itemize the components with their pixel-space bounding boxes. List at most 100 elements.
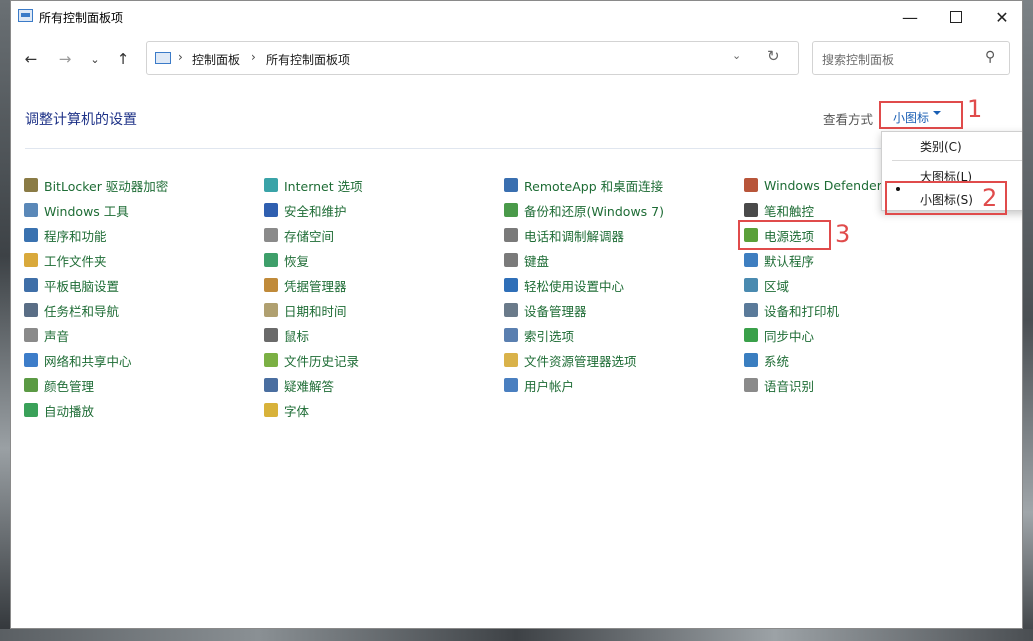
- ease-of-access-icon: [504, 278, 518, 292]
- control-panel-item[interactable]: 笔和触控: [744, 200, 814, 220]
- control-panel-item[interactable]: 鼠标: [264, 325, 309, 345]
- control-panel-item[interactable]: 系统: [744, 350, 789, 370]
- control-panel-item[interactable]: 索引选项: [504, 325, 574, 345]
- annotation-1: 1: [967, 95, 983, 123]
- default-programs-icon: [744, 253, 758, 267]
- control-panel-item[interactable]: Windows 工具: [24, 200, 129, 220]
- menu-item-category[interactable]: 类别(C): [920, 138, 962, 155]
- control-panel-item[interactable]: 平板电脑设置: [24, 275, 119, 295]
- control-panel-item-label: 工作文件夹: [44, 253, 107, 269]
- control-panel-item[interactable]: Internet 选项: [264, 175, 363, 195]
- control-panel-item-label: RemoteApp 和桌面连接: [524, 178, 664, 194]
- control-panel-item[interactable]: 存储空间: [264, 225, 334, 245]
- control-panel-item[interactable]: 字体: [264, 400, 309, 420]
- control-panel-window: 所有控制面板项 — ✕ ← → ⌄ ↑ › 控制面板 › 所有控制面板项 ⌄ ↻…: [10, 0, 1023, 629]
- control-panel-item[interactable]: 文件历史记录: [264, 350, 359, 370]
- refresh-icon[interactable]: ↻: [767, 47, 780, 65]
- control-panel-item[interactable]: 网络和共享中心: [24, 350, 132, 370]
- bitlocker-icon: [24, 178, 38, 192]
- control-panel-item-label: Windows 工具: [44, 203, 129, 219]
- search-icon[interactable]: ⚲: [985, 49, 995, 65]
- annotation-3: 3: [835, 220, 851, 248]
- control-panel-item-label: 备份和还原(Windows 7): [524, 203, 664, 219]
- control-panel-item[interactable]: 设备和打印机: [744, 300, 839, 320]
- breadcrumb-control-panel[interactable]: 控制面板: [192, 51, 240, 68]
- window-title: 所有控制面板项: [39, 11, 124, 25]
- control-panel-item[interactable]: 语音识别: [744, 375, 814, 395]
- control-panel-item-label: 声音: [44, 328, 70, 344]
- control-panel-icon: [18, 9, 33, 22]
- control-panel-item[interactable]: Windows Defender: [744, 175, 882, 195]
- recent-locations-button[interactable]: ⌄: [83, 49, 107, 69]
- sync-center-icon: [744, 328, 758, 342]
- control-panel-item[interactable]: 日期和时间: [264, 300, 347, 320]
- control-panel-item[interactable]: 程序和功能: [24, 225, 107, 245]
- defender-firewall-icon: [744, 178, 758, 192]
- control-panel-item[interactable]: 设备管理器: [504, 300, 587, 320]
- control-panel-item[interactable]: 任务栏和导航: [24, 300, 119, 320]
- control-panel-item-label: 凭据管理器: [284, 278, 347, 294]
- maximize-button[interactable]: [933, 1, 979, 33]
- annotation-2: 2: [982, 184, 998, 212]
- datetime-icon: [264, 303, 278, 317]
- control-panel-item[interactable]: RemoteApp 和桌面连接: [504, 175, 663, 195]
- taskbar-icon: [24, 303, 38, 317]
- control-panel-item[interactable]: 默认程序: [744, 250, 814, 270]
- control-panel-item[interactable]: 凭据管理器: [264, 275, 347, 295]
- breadcrumb-all-items[interactable]: 所有控制面板项: [266, 51, 350, 68]
- back-button[interactable]: ←: [19, 49, 43, 69]
- file-history-icon: [264, 353, 278, 367]
- view-by-label: 查看方式: [823, 112, 874, 127]
- tablet-icon: [24, 278, 38, 292]
- highlight-box-3: [738, 220, 831, 250]
- control-panel-item[interactable]: 疑难解答: [264, 375, 334, 395]
- storage-icon: [264, 228, 278, 242]
- control-panel-item-label: BitLocker 驱动器加密: [44, 178, 169, 194]
- control-panel-item[interactable]: 声音: [24, 325, 69, 345]
- title-bar[interactable]: 所有控制面板项 — ✕: [11, 1, 1022, 33]
- control-panel-item-label: 颜色管理: [44, 378, 95, 394]
- control-panel-item-label: 默认程序: [764, 253, 815, 269]
- control-panel-item-label: 恢复: [284, 253, 310, 269]
- search-input[interactable]: 搜索控制面板: [822, 51, 894, 68]
- backup-icon: [504, 203, 518, 217]
- user-accounts-icon: [504, 378, 518, 392]
- control-panel-item[interactable]: 工作文件夹: [24, 250, 107, 270]
- control-panel-item[interactable]: 用户帐户: [504, 375, 574, 395]
- control-panel-item-label: 区域: [764, 278, 790, 294]
- control-panel-item[interactable]: 同步中心: [744, 325, 814, 345]
- control-panel-item[interactable]: BitLocker 驱动器加密: [24, 175, 168, 195]
- control-panel-item-label: 键盘: [524, 253, 550, 269]
- control-panel-item[interactable]: 电话和调制解调器: [504, 225, 624, 245]
- close-button[interactable]: ✕: [979, 1, 1022, 33]
- minimize-button[interactable]: —: [887, 1, 933, 33]
- control-panel-item[interactable]: 自动播放: [24, 400, 94, 420]
- view-by-dropdown[interactable]: 小图标: [879, 101, 963, 129]
- minimize-icon: —: [902, 7, 918, 27]
- forward-button[interactable]: →: [53, 49, 77, 69]
- control-panel-item[interactable]: 备份和还原(Windows 7): [504, 200, 664, 220]
- divider: [25, 148, 1011, 149]
- page-heading: 调整计算机的设置: [25, 112, 137, 128]
- control-panel-item[interactable]: 轻松使用设置中心: [504, 275, 624, 295]
- fonts-icon: [264, 403, 278, 417]
- control-panel-item-label: Internet 选项: [284, 178, 363, 194]
- address-dropdown-icon[interactable]: ⌄: [732, 49, 741, 62]
- control-panel-item[interactable]: 键盘: [504, 250, 549, 270]
- autoplay-icon: [24, 403, 38, 417]
- control-panel-item[interactable]: 文件资源管理器选项: [504, 350, 637, 370]
- control-panel-item[interactable]: 恢复: [264, 250, 309, 270]
- keyboard-icon: [504, 253, 518, 267]
- control-panel-item-label: 电话和调制解调器: [524, 228, 625, 244]
- control-panel-item[interactable]: 安全和维护: [264, 200, 347, 220]
- credential-icon: [264, 278, 278, 292]
- search-box[interactable]: 搜索控制面板 ⚲: [812, 41, 1010, 75]
- address-bar[interactable]: › 控制面板 › 所有控制面板项 ⌄ ↻: [146, 41, 799, 75]
- control-panel-item[interactable]: 区域: [744, 275, 789, 295]
- control-panel-item[interactable]: 颜色管理: [24, 375, 94, 395]
- speech-icon: [744, 378, 758, 392]
- region-icon: [744, 278, 758, 292]
- control-panel-item-label: 日期和时间: [284, 303, 347, 319]
- folder-options-icon: [504, 353, 518, 367]
- up-button[interactable]: ↑: [111, 49, 135, 69]
